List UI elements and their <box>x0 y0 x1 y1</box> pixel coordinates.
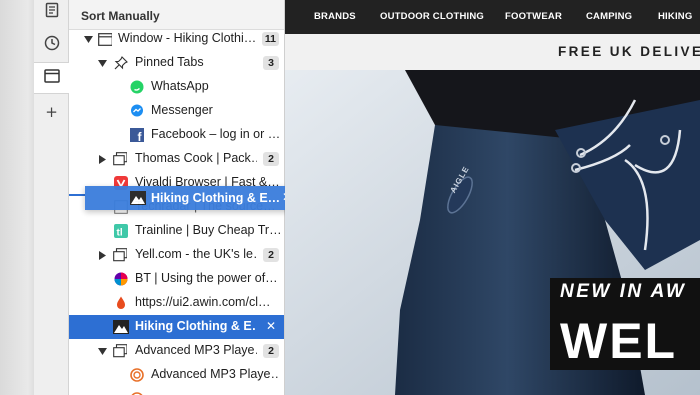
expand-arrow-icon[interactable] <box>97 154 107 164</box>
notes-icon <box>45 2 59 23</box>
whatsapp-icon <box>130 80 144 94</box>
tab-count-badge: 11 <box>261 32 279 46</box>
facebook-icon: f <box>130 128 144 142</box>
drag-ghost[interactable]: Hiking Clothing & E… ✕ <box>85 186 301 210</box>
window-icon <box>98 32 112 46</box>
tree-row-label: Advanced MP3 Playe… <box>135 343 257 357</box>
tree-row-window[interactable]: Window - Hiking Clothi… 11 <box>69 27 284 51</box>
tree-row-label: BT | Using the power of… <box>135 271 278 285</box>
tree-row-label: Messenger <box>151 103 213 117</box>
tree-row-label: WhatsApp <box>151 79 209 93</box>
plus-icon: + <box>45 103 58 121</box>
tree-row-label: https://ui2.awin.com/cl… <box>135 295 271 309</box>
expand-arrow-icon[interactable] <box>97 250 107 260</box>
tree-row-label: Pinned Tabs <box>135 55 204 69</box>
tree-row-label: Advanced MP3 Playe… <box>151 367 279 381</box>
tree-row-mp3[interactable]: Advanced MP3 Playe… <box>69 363 284 387</box>
tree-row-label: Trainline | Buy Cheap Tr… <box>135 223 280 237</box>
tab-count-badge: 2 <box>263 152 279 166</box>
collapse-arrow-icon[interactable] <box>97 58 107 68</box>
panel-icon-bar: + <box>34 0 70 395</box>
nav-link-outdoor-clothing[interactable]: OUTDOOR CLOTHING <box>380 11 484 22</box>
tab-count-badge: 2 <box>263 344 279 358</box>
hero-heading-text-2: WEL <box>560 313 678 369</box>
tree-row-facebook[interactable]: f Facebook – log in or … <box>69 123 284 147</box>
svg-text:tl: tl <box>117 228 123 239</box>
drop-indicator <box>69 194 85 196</box>
tree-row-messenger[interactable]: Messenger <box>69 99 284 123</box>
history-panel-button[interactable] <box>34 29 69 61</box>
bt-icon <box>114 272 128 286</box>
pin-icon <box>114 56 128 70</box>
window-icon <box>44 68 60 88</box>
drag-ghost-label: Hiking Clothing & E… <box>151 191 281 205</box>
hero-heading-text-1: NEW IN AW <box>560 281 687 302</box>
tree-row-mp3-group[interactable]: Advanced MP3 Playe… 2 <box>69 339 284 363</box>
close-tab-icon[interactable]: ✕ <box>266 319 276 333</box>
tab-stack-icon <box>113 248 127 262</box>
awin-icon <box>114 296 128 310</box>
trainline-icon: tl <box>114 224 128 238</box>
window-panel-button[interactable] <box>34 62 70 94</box>
tree-row-hiking-selected[interactable]: Hiking Clothing & E… ✕ <box>69 315 284 339</box>
clock-icon <box>44 35 60 56</box>
tree-row-label: Window - Hiking Clothi… <box>118 31 257 45</box>
tree-row-label: Hiking Clothing & E… <box>135 319 257 333</box>
tree-row-awin[interactable]: https://ui2.awin.com/cl… <box>69 291 284 315</box>
sort-label: Sort Manually <box>81 9 160 23</box>
tree-row-partial[interactable] <box>69 387 284 395</box>
tree-row-yell[interactable]: Yell.com - the UK's le… 2 <box>69 243 284 267</box>
tree-row-pinned-tabs[interactable]: Pinned Tabs 3 <box>69 51 284 75</box>
sort-header[interactable]: Sort Manually <box>69 0 284 30</box>
messenger-icon <box>130 104 144 118</box>
tree-row-whatsapp[interactable]: WhatsApp <box>69 75 284 99</box>
web-page: BRANDS OUTDOOR CLOTHING FOOTWEAR CAMPING… <box>285 0 700 395</box>
screen: + Sort Manually Window - Hiking Clothi… … <box>0 0 700 395</box>
tab-stack-icon <box>113 344 127 358</box>
hero-heading-line-1: NEW IN AW <box>550 278 700 306</box>
add-panel-button[interactable]: + <box>34 96 69 128</box>
tab-stack-icon <box>113 152 127 166</box>
collapse-arrow-icon[interactable] <box>97 346 107 356</box>
tree-row-thomas-cook[interactable]: Thomas Cook | Pack… 2 <box>69 147 284 171</box>
mp3-icon <box>130 368 144 382</box>
tree-row-label: Thomas Cook | Pack… <box>135 151 257 165</box>
tree-row-label: Yell.com - the UK's le… <box>135 247 257 261</box>
promo-banner[interactable]: FREE UK DELIVE <box>285 34 700 70</box>
collapse-arrow-icon[interactable] <box>83 34 93 44</box>
hiking-site-icon <box>130 191 146 205</box>
nav-link-hiking[interactable]: HIKING <box>658 11 692 22</box>
tree-row-label: Facebook – log in or … <box>151 127 281 141</box>
promo-text: FREE UK DELIVE <box>558 44 700 59</box>
site-nav: BRANDS OUTDOOR CLOTHING FOOTWEAR CAMPING… <box>285 0 700 34</box>
tab-count-badge: 2 <box>263 248 279 262</box>
tree-row-trainline[interactable]: tl Trainline | Buy Cheap Tr… <box>69 219 284 243</box>
hiking-site-icon <box>113 320 129 334</box>
hero-heading-line-2: WEL <box>550 306 700 370</box>
tab-count-badge: 3 <box>263 56 279 70</box>
window-edge <box>0 0 34 395</box>
nav-link-brands[interactable]: BRANDS <box>314 11 356 22</box>
notes-panel-button[interactable] <box>34 0 69 28</box>
nav-link-camping[interactable]: CAMPING <box>586 11 632 22</box>
nav-link-footwear[interactable]: FOOTWEAR <box>505 11 562 22</box>
tree-row-bt[interactable]: BT | Using the power of… <box>69 267 284 291</box>
